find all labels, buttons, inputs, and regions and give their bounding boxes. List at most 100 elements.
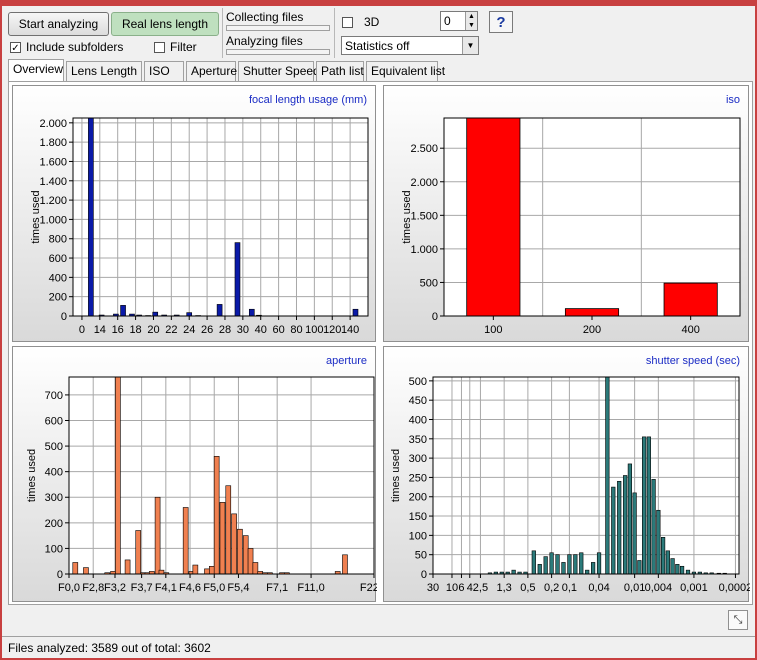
bar (623, 475, 628, 575)
bar (537, 564, 542, 575)
tab-path-list[interactable]: Path list (316, 61, 364, 81)
bar (209, 566, 215, 575)
x-tick-label: 2,5 (473, 582, 488, 594)
bar (596, 552, 602, 575)
bar (219, 502, 226, 575)
bar (663, 282, 718, 317)
bar (231, 513, 237, 575)
x-tick-label: 0,1 (562, 582, 577, 594)
y-tick-label: 200 (409, 492, 427, 504)
bar (158, 569, 165, 575)
bar (670, 558, 675, 575)
bar (555, 554, 560, 575)
bar (573, 554, 578, 575)
iso-chart: iso 0 500 1.000 1.500 2.000 2.500 times used 10… (383, 85, 749, 342)
arrow-up-icon[interactable]: ▲ (465, 12, 477, 21)
3d-checkbox[interactable]: 3D (342, 15, 379, 29)
bar (656, 509, 661, 575)
x-tick-label: 400 (681, 324, 699, 336)
aperture-chart: aperture 0 100 200 300 400 500 600 700 times use… (12, 346, 377, 602)
statistics-value: Statistics off (345, 39, 410, 53)
bar (182, 507, 189, 575)
help-icon[interactable]: ? (489, 11, 513, 33)
x-tick-label: 0,0002 (719, 582, 750, 594)
3d-label: 3D (364, 15, 380, 29)
tab-shutter-speed[interactable]: Shutter Speed (238, 61, 320, 81)
x-tick-label: F22,0 (360, 582, 377, 594)
y-tick-label: 100 (45, 543, 63, 555)
collecting-files-label: Collecting files (226, 10, 304, 24)
bar (216, 304, 223, 317)
x-tick-label: 1,3 (497, 582, 512, 594)
bar (124, 559, 131, 575)
arrow-down-icon[interactable]: ▼ (465, 21, 477, 30)
x-tick-label: 40 (255, 324, 267, 336)
y-tick-label: 2.000 (410, 177, 438, 189)
x-tick-label: F2,8 (82, 582, 104, 594)
y-tick-label: 500 (45, 441, 63, 453)
tab-overview[interactable]: Overview (8, 59, 64, 81)
bar (642, 436, 647, 575)
y-tick-label: 400 (409, 414, 427, 426)
y-tick-label: 0 (421, 569, 427, 581)
x-tick-label: F3,2 (104, 582, 126, 594)
statistics-select[interactable]: Statistics off ▼ (341, 36, 479, 55)
y-tick-label: 2.500 (410, 143, 438, 155)
bar (234, 242, 241, 317)
bar (531, 550, 536, 575)
bar (115, 376, 121, 575)
x-tick-label: 30 (237, 324, 249, 336)
status-text: Files analyzed: 3589 out of total: 3602 (8, 641, 211, 655)
x-tick-label: 26 (201, 324, 213, 336)
x-tick-label: 0,01 (624, 582, 645, 594)
bar (466, 117, 521, 317)
bar (135, 530, 142, 575)
bar (72, 562, 79, 575)
bar (561, 562, 566, 575)
include-subfolders-checkbox[interactable]: ✓ Include subfolders (10, 40, 123, 54)
y-axis-label: times used (30, 190, 42, 243)
check-icon: ✓ (10, 41, 21, 54)
bar (679, 565, 685, 575)
x-tick-label: 22 (165, 324, 177, 336)
y-tick-label: 350 (409, 434, 427, 446)
tab-aperture[interactable]: Aperture (186, 61, 237, 81)
y-axis-label: times used (390, 449, 402, 502)
y-tick-label: 1.400 (39, 176, 67, 188)
start-analyzing-button[interactable]: Start analyzing (8, 12, 109, 36)
bar (632, 492, 637, 575)
x-tick-label: 0,5 (520, 582, 535, 594)
chevron-down-icon[interactable]: ▼ (462, 37, 478, 54)
filter-checkbox[interactable]: Filter (154, 40, 197, 54)
x-tick-label: 14 (94, 324, 106, 336)
y-tick-label: 600 (45, 415, 63, 427)
y-tick-label: 1.500 (410, 210, 438, 222)
x-tick-label: F5,0 (203, 582, 225, 594)
bar (352, 308, 359, 317)
bar (225, 485, 232, 575)
bar (252, 562, 259, 575)
bar (637, 560, 642, 575)
spin-value: 0 (444, 14, 451, 28)
bar (564, 308, 620, 317)
x-tick-label: 16 (112, 324, 124, 336)
real-lens-length-button[interactable]: Real lens length (111, 12, 219, 36)
x-tick-label: F3,7 (131, 582, 153, 594)
bar (237, 528, 243, 575)
resize-icon[interactable]: ⤡ (728, 610, 748, 630)
x-tick-label: 10 (446, 582, 458, 594)
tab-iso[interactable]: ISO (144, 61, 184, 81)
x-tick-label: 0,004 (645, 582, 673, 594)
y-tick-label: 450 (409, 395, 427, 407)
bar (675, 564, 680, 575)
spin-input[interactable]: 0 ▲ ▼ (440, 11, 478, 31)
y-tick-label: 400 (45, 467, 63, 479)
x-tick-label: 120 (323, 324, 341, 336)
separator (222, 8, 223, 58)
y-tick-label: 300 (45, 492, 63, 504)
x-tick-label: 80 (290, 324, 302, 336)
bar (665, 550, 670, 575)
tab-lens-length[interactable]: Lens Length (66, 61, 142, 81)
tab-equivalent-list[interactable]: Equivalent list (366, 61, 445, 81)
overview-panel: focal length usage (mm) 0 200 400 600 800 1.0… (8, 81, 753, 605)
